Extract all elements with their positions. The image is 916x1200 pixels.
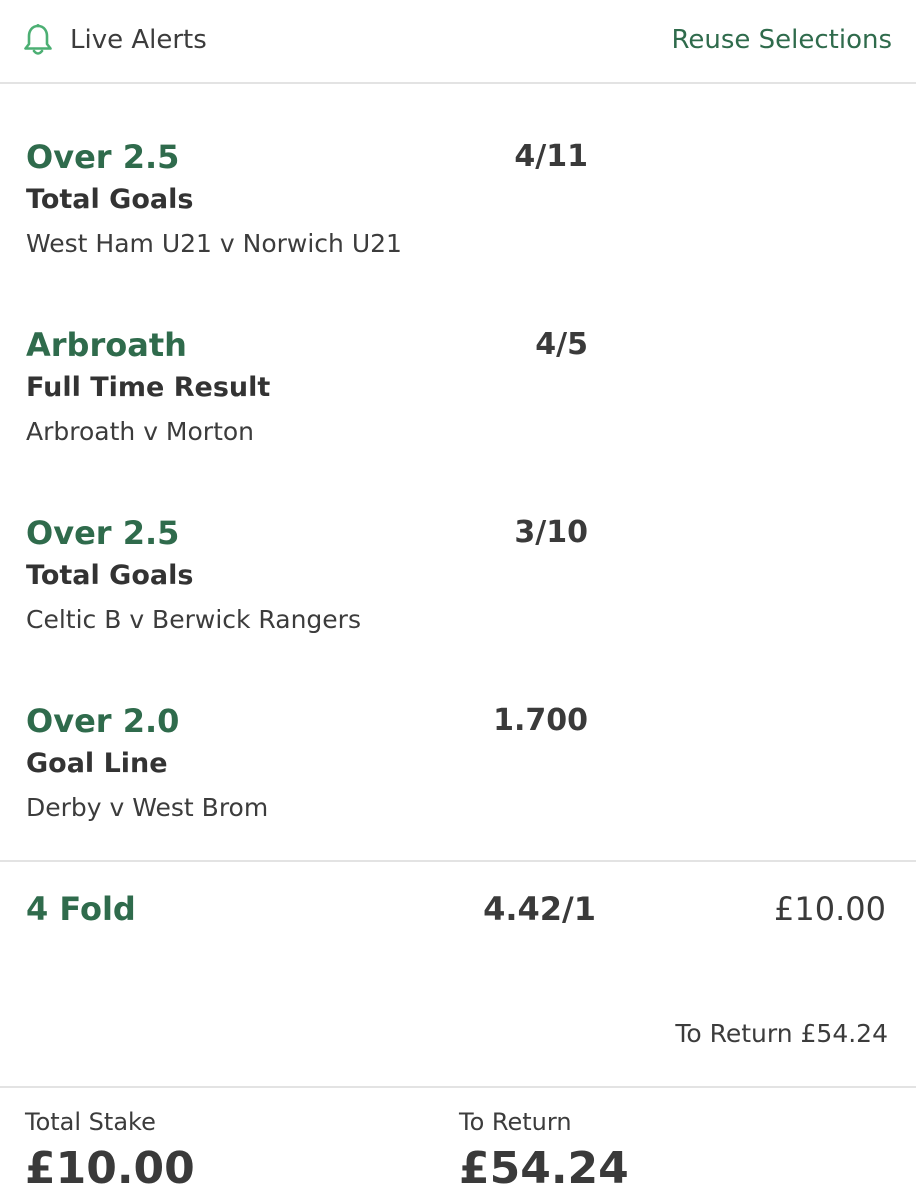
total-stake-value: £10.00 <box>25 1143 195 1194</box>
fold-type: 4 Fold <box>26 890 136 928</box>
selection-name: Over 2.5 <box>26 514 180 552</box>
divider <box>0 1086 916 1088</box>
selection-market: Full Time Result <box>26 372 271 403</box>
total-stake-label: Total Stake <box>25 1108 156 1136</box>
reuse-selections-link[interactable]: Reuse Selections <box>671 20 892 60</box>
fold-to-return: To Return £54.24 <box>675 1019 888 1048</box>
fold-odds: 4.42/1 <box>483 890 596 928</box>
selection-event: Derby v West Brom <box>26 793 269 822</box>
bet-receipt: Live Alerts Reuse Selections Over 2.5 4/… <box>0 0 916 1200</box>
selection-event: Arbroath v Morton <box>26 417 255 446</box>
selection-odds: 3/10 <box>514 515 588 550</box>
selection-odds: 4/11 <box>514 139 588 174</box>
selection-market: Goal Line <box>26 748 168 779</box>
selection-item: Arbroath 4/5 Full Time Result Arbroath v… <box>0 325 916 475</box>
to-return-label: To Return <box>459 1108 572 1136</box>
selection-item: Over 2.0 1.700 Goal Line Derby v West Br… <box>0 701 916 851</box>
selection-item: Over 2.5 3/10 Total Goals Celtic B v Ber… <box>0 513 916 663</box>
selection-name: Arbroath <box>26 326 187 364</box>
selection-market: Total Goals <box>26 560 194 591</box>
selection-name: Over 2.5 <box>26 138 180 176</box>
selection-item: Over 2.5 4/11 Total Goals West Ham U21 v… <box>0 137 916 287</box>
selection-event: West Ham U21 v Norwich U21 <box>26 229 402 258</box>
selection-name: Over 2.0 <box>26 702 180 740</box>
live-alerts-button[interactable]: Live Alerts <box>22 20 207 60</box>
fold-stake: £10.00 <box>774 890 886 928</box>
divider <box>0 860 916 862</box>
bell-icon <box>22 23 54 57</box>
selection-odds: 4/5 <box>535 327 588 362</box>
selection-odds: 1.700 <box>493 703 588 738</box>
to-return-value: £54.24 <box>459 1143 629 1194</box>
selection-event: Celtic B v Berwick Rangers <box>26 605 361 634</box>
selection-market: Total Goals <box>26 184 194 215</box>
live-alerts-label: Live Alerts <box>70 25 207 55</box>
header-bar: Live Alerts Reuse Selections <box>0 0 916 84</box>
